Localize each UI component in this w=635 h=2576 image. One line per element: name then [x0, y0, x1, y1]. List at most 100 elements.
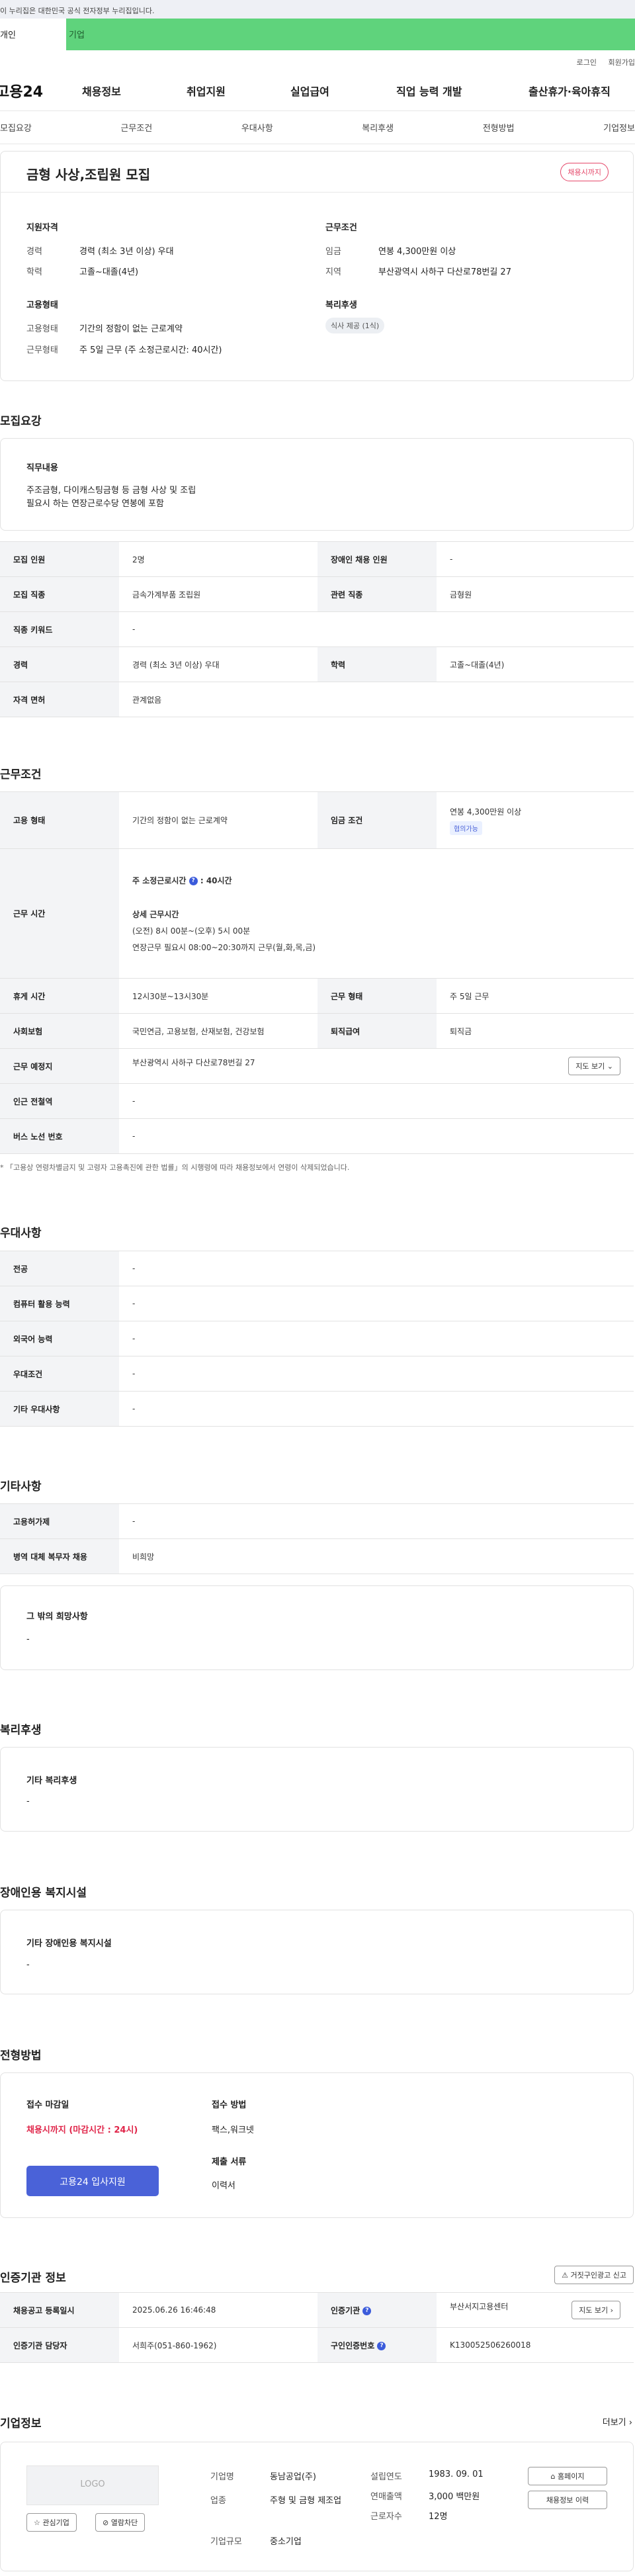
form-value: 주 5일 근무 (주 소정근로시간: 40시간): [79, 345, 222, 355]
block-icon: ⊘: [103, 2518, 109, 2527]
work-section-title: 근무조건: [0, 768, 42, 781]
gnb-leave[interactable]: 출산휴가·육아휴직: [529, 83, 611, 99]
tab-welfare[interactable]: 복리후생: [362, 121, 394, 134]
disabled-card-value: -: [26, 1960, 30, 1970]
tab-individual[interactable]: 개인: [0, 19, 66, 50]
detail-hours-2: 연장근무 필요시 08:00~20:30까지 근무(월,화,목,금): [132, 942, 316, 952]
gnb-benefit[interactable]: 실업급여: [290, 83, 396, 99]
company-name: 동남공업(주): [270, 2472, 316, 2482]
row-value: 비희망: [119, 1538, 634, 1574]
util-links: 로그인 회원가입: [0, 50, 635, 70]
year-label: 설립연도: [370, 2472, 402, 2482]
other-value: -: [26, 1634, 30, 1644]
row-label: 경력: [0, 646, 119, 682]
map-button[interactable]: 지도 보기 ⌄: [568, 1057, 620, 1075]
cert-section-title: 인증기관 정보: [0, 2272, 66, 2285]
size-label: 기업규모: [210, 2537, 242, 2547]
tab-conditions[interactable]: 근무조건: [120, 121, 152, 134]
homepage-button[interactable]: ⌂ 홈페이지: [528, 2467, 607, 2485]
site-logo[interactable]: 고용24: [0, 80, 82, 101]
company-section-title: 기업정보: [0, 2417, 42, 2430]
welfare-card-title: 기타 복리후생: [26, 1776, 77, 1786]
emp-title: 고용형태: [26, 300, 58, 310]
pref-section-title: 우대사항: [0, 1227, 42, 1240]
row-value: 금속가계부품 조립원: [119, 576, 318, 612]
duty-line-2: 필요시 하는 연장근로수당 연봉에 포함: [26, 499, 164, 509]
form-label: 근무형태: [26, 345, 58, 355]
emptype-label: 고용형태: [26, 324, 58, 334]
tab-recruit[interactable]: 모집요강: [0, 121, 32, 134]
duty-title: 직무내용: [26, 463, 58, 473]
row-value: -: [119, 1251, 634, 1286]
num-label-cell: 구인인증번호 ?: [318, 2327, 437, 2363]
report-button[interactable]: ⚠ 거짓구인광고 신고: [554, 2266, 634, 2284]
info-icon[interactable]: ?: [377, 2341, 386, 2350]
more-link[interactable]: 더보기 ›: [603, 2415, 632, 2428]
age-note: * 「고용상 연령차별금지 및 고령자 고용촉진에 관한 법률」의 시행령에 따…: [0, 1163, 350, 1172]
info-icon[interactable]: ?: [189, 876, 198, 885]
apply-button[interactable]: 고용24 입사지원: [26, 2166, 159, 2196]
place-value: 부산광역시 사하구 다산로78번길 27: [132, 1058, 255, 1067]
row-value: 고졸~대졸(4년): [437, 646, 634, 682]
size-value: 중소기업: [270, 2537, 302, 2547]
row-label: 채용공고 등록일시: [0, 2292, 119, 2328]
detail-hours-title: 상세 근무시간: [132, 909, 179, 919]
row-value: 퇴직금: [437, 1013, 634, 1049]
table-row: 버스 노선 번호 -: [0, 1118, 634, 1154]
company-name-label: 기업명: [210, 2472, 234, 2482]
row-label: 기타 우대사항: [0, 1391, 119, 1427]
table-row: 외국어 능력 -: [0, 1321, 634, 1356]
page: 이 누리집은 대한민국 공식 전자정부 누리집입니다. 개인 기업 로그인 회원…: [0, 0, 635, 2576]
info-icon[interactable]: ?: [362, 2306, 372, 2315]
row-label: 근무 예정지: [0, 1048, 119, 1084]
row-value: 부산서지고용센터: [450, 2302, 509, 2311]
row-value: -: [119, 1286, 634, 1321]
join-link[interactable]: 회원가입: [609, 58, 635, 67]
table-row: 모집 인원 2명 장애인 채용 인원 -: [0, 541, 634, 577]
table-row: 직종 키워드 -: [0, 611, 634, 647]
row-value: -: [119, 1321, 634, 1356]
row-label: 모집 인원: [0, 541, 119, 577]
tab-company[interactable]: 기업: [66, 19, 635, 50]
row-label: 직종 키워드: [0, 611, 119, 647]
process-card: [0, 2072, 634, 2218]
tab-company[interactable]: 기업정보: [603, 121, 635, 134]
home-icon: ⌂: [550, 2472, 556, 2481]
row-label: 관련 직종: [318, 576, 437, 612]
gnb-training[interactable]: 직업 능력 개발: [396, 83, 529, 99]
time-cell: 주 소정근로시간 ? : 40시간 상세 근무시간 (오전) 8시 00분~(오…: [119, 848, 634, 979]
history-button[interactable]: 채용정보 이력: [528, 2491, 607, 2509]
other-title: 그 밖의 희망사항: [26, 1612, 88, 1622]
row-label: 컴퓨터 활용 능력: [0, 1286, 119, 1321]
row-value: 관계없음: [119, 682, 634, 717]
detail-hours-1: (오전) 8시 00분~(오후) 5시 00분: [132, 926, 251, 936]
row-value: 주 5일 근무: [437, 978, 634, 1014]
gnb-jobs[interactable]: 채용정보: [82, 83, 187, 99]
agency-map-button[interactable]: 지도 보기 ›: [572, 2301, 620, 2319]
emp-value: 12명: [429, 2512, 448, 2522]
negotiable-tag: 협의가능: [450, 821, 482, 835]
row-label: 전공: [0, 1251, 119, 1286]
login-link[interactable]: 로그인: [577, 58, 597, 67]
fav-company-button[interactable]: ☆ 관심기업: [26, 2513, 77, 2532]
cond-title: 근무조건: [325, 223, 357, 233]
process-section-title: 전형방법: [0, 2049, 42, 2063]
row-label: 임금 조건: [318, 791, 437, 849]
edu-label: 학력: [26, 267, 42, 277]
row-label: 인증기관 담당자: [0, 2327, 119, 2363]
row-label: 인근 전철역: [0, 1083, 119, 1119]
table-row: 고용허가제 -: [0, 1503, 634, 1539]
section-tabs: 모집요강 근무조건 우대사항 복리후생 전형방법 기업정보: [0, 111, 635, 144]
row-value: 12시30분~13시30분: [119, 978, 318, 1014]
table-row: 인근 전철역 -: [0, 1083, 634, 1119]
row-label: 근무 형태: [318, 978, 437, 1014]
block-button[interactable]: ⊘ 열람차단: [95, 2513, 146, 2532]
weekly-hours-value: : 40시간: [200, 875, 232, 885]
gnb-support[interactable]: 취업지원: [187, 83, 290, 99]
row-label: 버스 노선 번호: [0, 1118, 119, 1154]
welfare-tag: 식사 제공 (1식): [325, 318, 385, 333]
row-label: 고용 형태: [0, 791, 119, 849]
row-label: 인증기관: [331, 2305, 360, 2315]
tab-preference[interactable]: 우대사항: [241, 121, 273, 134]
tab-process[interactable]: 전형방법: [483, 121, 515, 134]
